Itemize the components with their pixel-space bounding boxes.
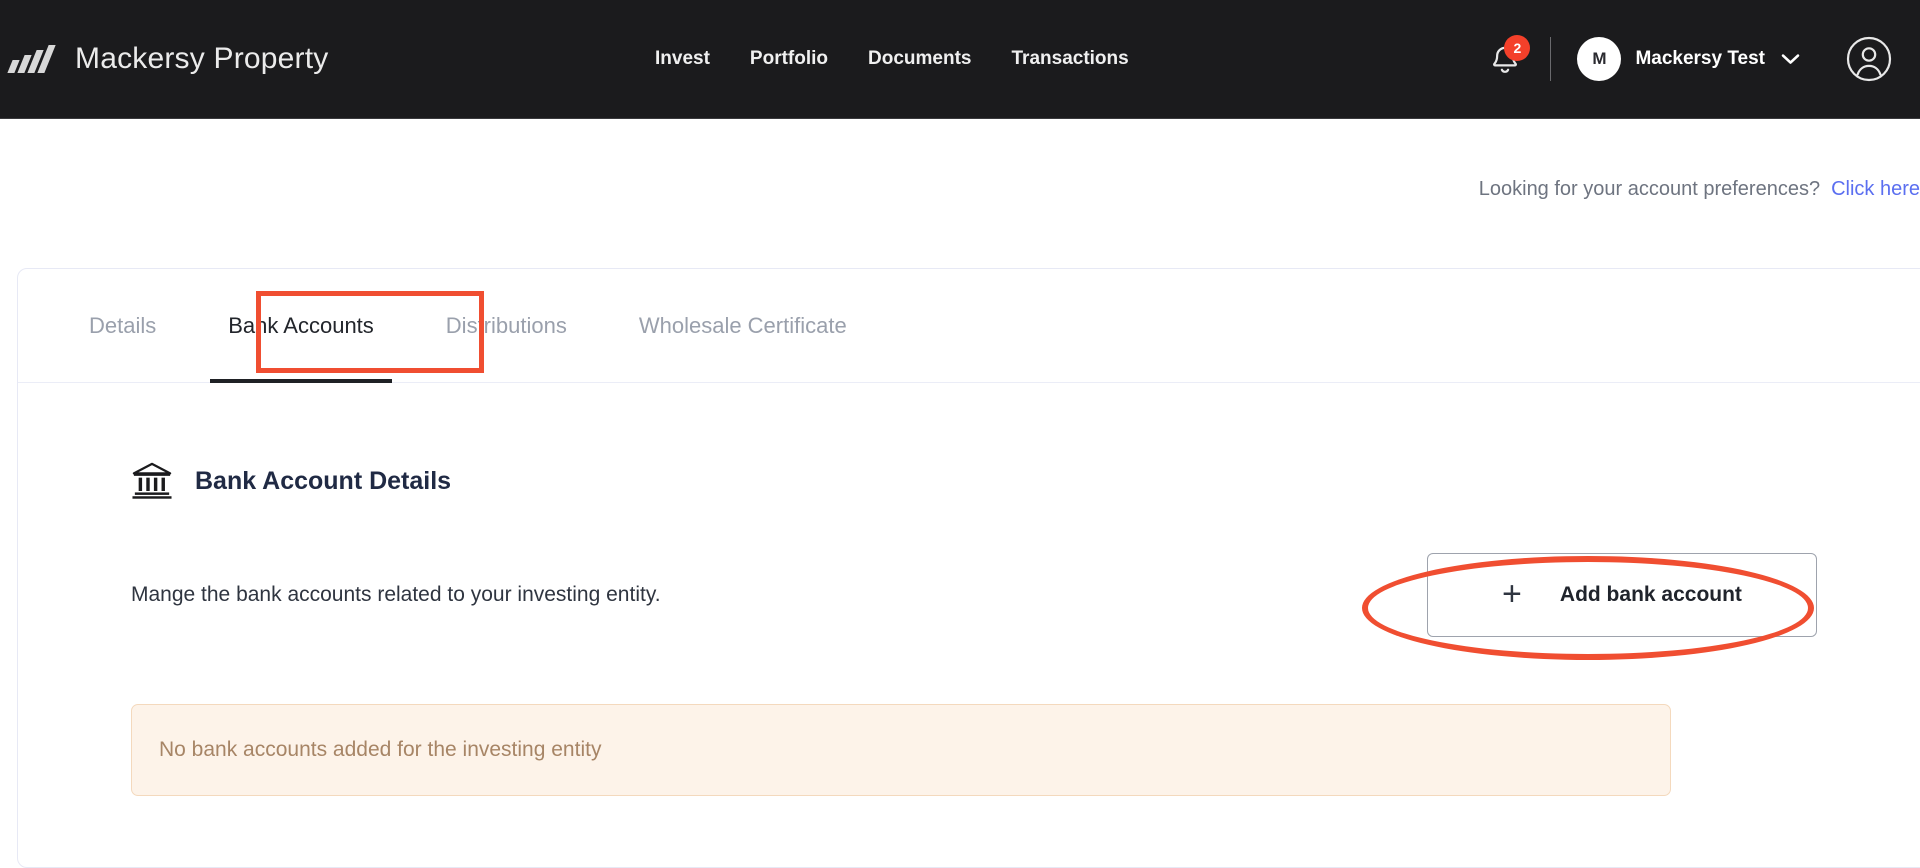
user-name-label: Mackersy Test: [1635, 48, 1765, 69]
plus-icon: +: [1502, 574, 1522, 613]
account-preferences-link[interactable]: Click here: [1831, 178, 1920, 201]
main-nav: Invest Portfolio Documents Transactions: [655, 48, 1129, 70]
top-navigation-bar: Mackersy Property Invest Portfolio Docum…: [0, 0, 1920, 119]
add-bank-account-button[interactable]: + Add bank account: [1427, 553, 1817, 637]
notifications-button[interactable]: 2: [1482, 35, 1531, 82]
tab-wholesale-certificate[interactable]: Wholesale Certificate: [639, 269, 847, 383]
tab-distributions[interactable]: Distributions: [446, 269, 567, 383]
nav-item-invest[interactable]: Invest: [655, 48, 710, 70]
empty-state-banner: No bank accounts added for the investing…: [131, 704, 1671, 796]
add-bank-account-label: Add bank account: [1559, 583, 1742, 606]
section-description: Mange the bank accounts related to your …: [131, 583, 661, 606]
section-description-row: Mange the bank accounts related to your …: [18, 553, 1920, 637]
avatar: M: [1577, 37, 1622, 81]
bank-building-icon: [132, 462, 172, 499]
account-preferences-label: Looking for your account preferences?: [1478, 178, 1821, 200]
nav-item-portfolio[interactable]: Portfolio: [750, 48, 828, 70]
user-circle-icon: [1846, 36, 1892, 82]
bank-accounts-card: Details Bank Accounts Distributions Whol…: [17, 268, 1920, 868]
tab-bank-accounts[interactable]: Bank Accounts: [210, 269, 392, 383]
brand-logo[interactable]: Mackersy Property: [7, 0, 329, 118]
section-header: Bank Account Details: [18, 461, 1920, 501]
account-preferences-row: Looking for your account preferences? Cl…: [0, 178, 1920, 201]
empty-state-message: No bank accounts added for the investing…: [159, 738, 602, 761]
diagonal-slashes-logo-icon: [7, 45, 62, 75]
bank-accounts-panel: Bank Account Details Mange the bank acco…: [18, 383, 1920, 796]
nav-item-documents[interactable]: Documents: [868, 48, 971, 70]
tab-bar: Details Bank Accounts Distributions Whol…: [18, 269, 1920, 383]
nav-item-transactions[interactable]: Transactions: [1012, 48, 1129, 70]
profile-account-button[interactable]: [1844, 34, 1894, 84]
brand-name: Mackersy Property: [75, 42, 329, 75]
section-title: Bank Account Details: [195, 466, 452, 495]
chevron-down-icon: [1781, 53, 1800, 65]
header-right-cluster: 2 M Mackersy Test: [1482, 34, 1894, 84]
user-menu[interactable]: M Mackersy Test: [1577, 37, 1800, 81]
tab-details[interactable]: Details: [89, 269, 156, 383]
notification-count-badge: 2: [1504, 35, 1531, 61]
header-divider: [1550, 37, 1552, 81]
